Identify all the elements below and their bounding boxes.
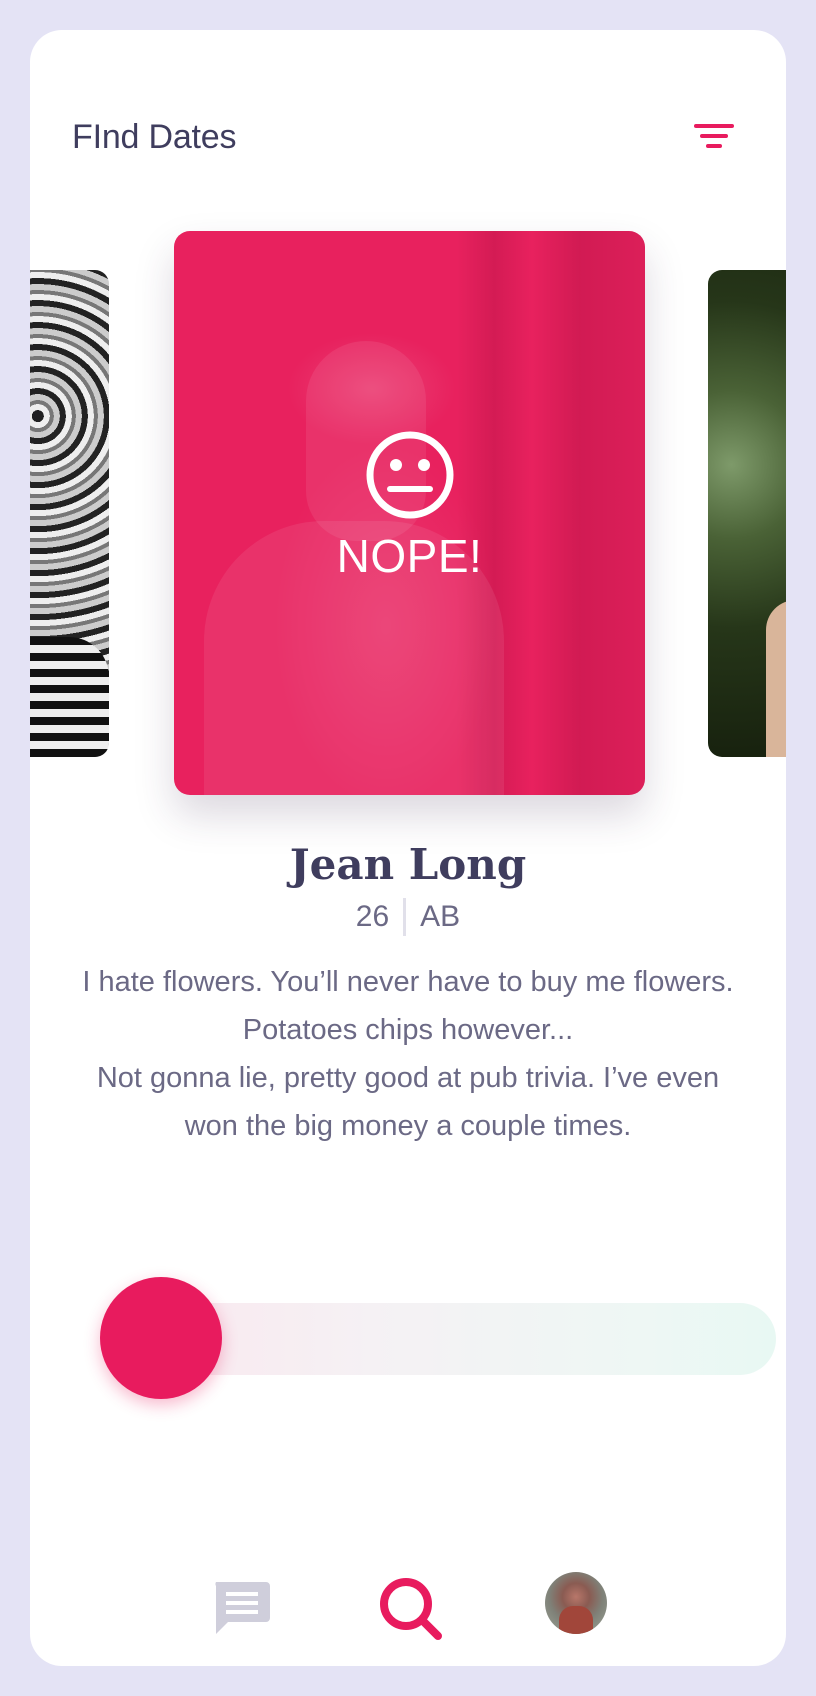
nope-label: NOPE! — [336, 530, 483, 582]
profile-bio: I hate flowers. You’ll never have to buy… — [72, 958, 744, 1150]
bottom-navigation — [30, 1572, 786, 1656]
profile-card-current[interactable]: NOPE! — [174, 231, 645, 795]
filter-icon — [694, 124, 734, 148]
filter-button[interactable] — [692, 118, 736, 158]
profile-age: 26 — [355, 900, 390, 933]
card-photo-detail — [766, 600, 786, 757]
device-frame: FInd Dates NOPE! Jean Long 26 AB I hate … — [0, 0, 816, 1696]
profile-meta: 26 AB — [30, 898, 786, 936]
profile-province: AB — [420, 900, 461, 933]
nav-search-button[interactable] — [376, 1574, 446, 1644]
swipe-slider-knob[interactable] — [100, 1277, 222, 1399]
nav-chat-button[interactable] — [210, 1578, 272, 1636]
neutral-face-icon — [366, 431, 453, 519]
nope-overlay: NOPE! — [174, 231, 645, 795]
card-photo-detail — [30, 637, 109, 757]
bio-paragraph: Not gonna lie, pretty good at pub trivia… — [96, 1062, 720, 1142]
avatar[interactable] — [545, 1572, 607, 1634]
page-title: FInd Dates — [72, 118, 237, 156]
avatar-figure — [559, 1606, 593, 1634]
profile-name: Jean Long — [289, 840, 527, 889]
profile-card-next[interactable] — [708, 270, 786, 757]
search-icon — [380, 1578, 442, 1640]
profile-card-previous[interactable] — [30, 270, 109, 757]
bio-paragraph: I hate flowers. You’ll never have to buy… — [82, 966, 734, 1046]
chat-icon — [215, 1582, 270, 1634]
app-screen: FInd Dates NOPE! Jean Long 26 AB I hate … — [30, 30, 786, 1666]
